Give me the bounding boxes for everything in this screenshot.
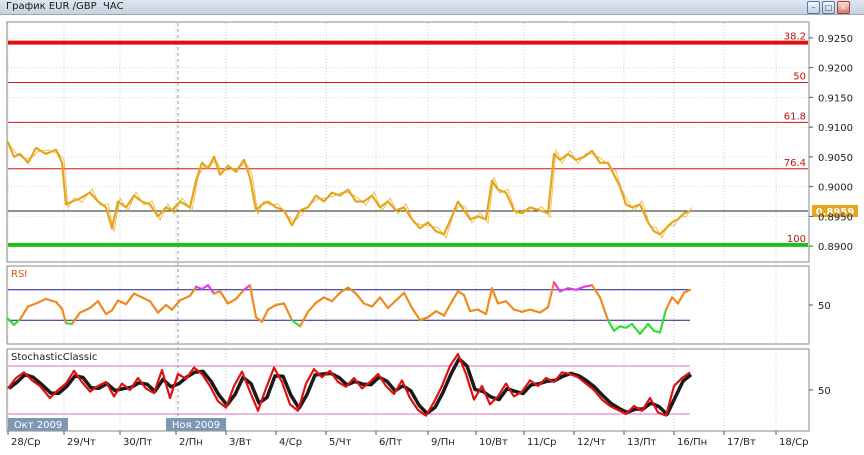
price-tick-label: 0.8950 <box>818 212 853 223</box>
time-tick-label: 18/Ср <box>779 437 808 448</box>
time-tick-label: 5/Чт <box>329 437 352 448</box>
price-tick-label: 0.9100 <box>818 123 853 134</box>
rsi-segment <box>468 308 480 313</box>
time-tick-label: 6/Пт <box>379 437 402 448</box>
time-tick-label: 2/Пн <box>179 437 203 448</box>
time-tick-label: 16/Пн <box>677 437 707 448</box>
rsi-segment <box>566 287 578 291</box>
stochastic-title: StochasticClassic <box>11 352 97 363</box>
stochastic-tick-label: 50 <box>818 386 831 397</box>
time-tick-label: 10/Вт <box>479 437 508 448</box>
time-tick-label: 9/Пн <box>431 437 455 448</box>
time-tick-label: 29/Чт <box>67 437 96 448</box>
fib-level-label: 76.4 <box>784 158 806 169</box>
price-tick-label: 0.9150 <box>818 93 853 104</box>
chart-canvas[interactable]: 38.25061.876.41000.8959 RSI StochasticCl… <box>0 0 864 455</box>
rsi-segment <box>582 284 594 288</box>
time-tick-label: 3/Вт <box>229 437 252 448</box>
time-tick-label: 17/Вт <box>727 437 756 448</box>
price-tick-label: 0.9250 <box>818 34 853 45</box>
fib-level-label: 38.2 <box>784 32 806 43</box>
time-tick-label: 30/Пт <box>123 437 153 448</box>
rsi-tick-label: 50 <box>818 301 831 312</box>
rsi-pane <box>6 265 810 345</box>
price-tick-label: 0.8900 <box>818 242 853 253</box>
time-tick-label: 28/Ср <box>11 437 40 448</box>
month-label: Ноя 2009 <box>172 420 220 431</box>
fib-level-label: 50 <box>793 72 806 83</box>
time-tick-label: 13/Пт <box>627 437 657 448</box>
chart-window: График EUR /GBP ЧАС – □ × 38.2 50 61.8 76.4… <box>0 0 864 455</box>
fib-level-label: 61.8 <box>784 111 806 122</box>
price-tick-label: 0.9000 <box>818 183 853 194</box>
time-tick-label: 11/Ср <box>527 437 556 448</box>
time-tick-label: 12/Чт <box>577 437 606 448</box>
price-tick-label: 0.9200 <box>818 64 853 75</box>
price-pane <box>6 21 810 263</box>
rsi-title: RSI <box>11 269 27 280</box>
fib-level-label: 100 <box>787 234 806 245</box>
price-tick-label: 0.9050 <box>818 153 853 164</box>
rsi-segment <box>274 302 286 307</box>
time-tick-label: 4/Ср <box>279 437 302 448</box>
month-label: Окт 2009 <box>14 420 62 431</box>
